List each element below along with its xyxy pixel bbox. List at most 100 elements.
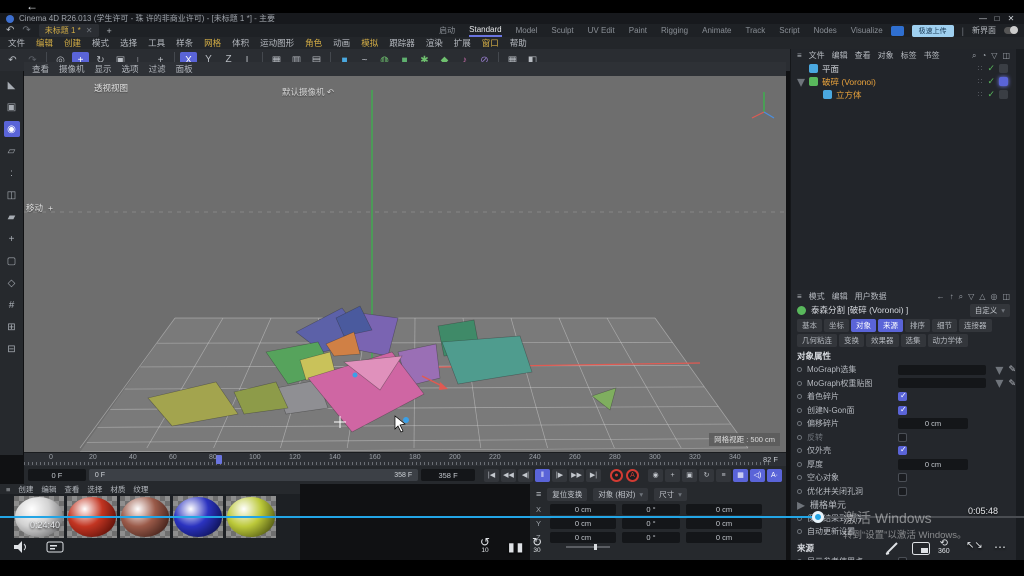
tab-变换[interactable]: 变换: [839, 334, 864, 347]
viewport-solo-icon[interactable]: ▢: [4, 253, 20, 269]
attr-nav-icon-3[interactable]: ▽: [968, 292, 974, 302]
goto-end-button[interactable]: ▶|: [586, 469, 601, 482]
document-tab[interactable]: 未标题 1 * ✕: [39, 24, 99, 37]
record-pla-button[interactable]: ▦: [733, 469, 748, 482]
enabled-check-icon[interactable]: ✓: [987, 89, 995, 100]
om-burger-icon[interactable]: ≡: [797, 51, 802, 60]
layout-paint[interactable]: Paint: [629, 26, 647, 35]
viewport-menu-面板[interactable]: 面板: [176, 63, 193, 75]
rewind-10-button[interactable]: ↺10: [480, 538, 490, 554]
reset-transform-button[interactable]: 复位变换: [547, 488, 587, 501]
back-icon[interactable]: ←: [26, 0, 38, 13]
texture-mode-icon[interactable]: ◉: [4, 121, 20, 137]
viewport-menu-摄像机[interactable]: 摄像机: [59, 63, 85, 75]
grid-a-icon[interactable]: #: [4, 297, 20, 313]
more-options-icon[interactable]: ⋯: [994, 540, 1006, 554]
menu-样条[interactable]: 样条: [176, 37, 193, 49]
enabled-check-icon[interactable]: ✓: [987, 63, 995, 74]
size-Y-field[interactable]: 0 cm: [686, 518, 762, 529]
note-pencil-icon[interactable]: [884, 540, 902, 561]
menu-网格[interactable]: 网格: [204, 37, 221, 49]
points-mode-icon[interactable]: :: [4, 165, 20, 181]
tab-选集[interactable]: 选集: [901, 334, 926, 347]
camera-label[interactable]: 默认摄像机 ↶: [282, 86, 334, 98]
undo-icon[interactable]: ↶: [4, 52, 21, 69]
tab-细节[interactable]: 细节: [932, 319, 957, 332]
material-menu-创建[interactable]: 创建: [18, 484, 33, 495]
autokey-mode-button[interactable]: A·: [767, 469, 782, 482]
attr-nav-icon-0[interactable]: ←: [937, 292, 945, 302]
viewport-menu-显示[interactable]: 显示: [95, 63, 112, 75]
size-Z-field[interactable]: 0 cm: [686, 532, 762, 543]
grid-c-icon[interactable]: ⊟: [4, 341, 20, 357]
menu-窗口[interactable]: 窗口: [482, 37, 499, 49]
attr-input[interactable]: [898, 365, 986, 375]
tab-对象[interactable]: 对象: [851, 319, 876, 332]
end-frame-field[interactable]: 358 F: [421, 469, 475, 481]
dropdown-arrow-icon[interactable]: ▾: [995, 373, 1003, 393]
attr-nav-icon-2[interactable]: ⌕: [959, 292, 963, 302]
menu-工具[interactable]: 工具: [148, 37, 165, 49]
next-frame-button[interactable]: |▶: [552, 469, 567, 482]
om-menu-编辑[interactable]: 编辑: [832, 50, 848, 61]
menu-渲染[interactable]: 渲染: [426, 37, 443, 49]
viewport-menu-选项[interactable]: 选项: [122, 63, 139, 75]
visibility-dots[interactable]: ::: [978, 91, 984, 98]
position-Z-field[interactable]: 0 cm: [550, 532, 616, 543]
om-icon-filter[interactable]: ▽: [991, 51, 997, 61]
layout-track[interactable]: Track: [746, 26, 766, 35]
maximize-button[interactable]: □: [990, 14, 1004, 23]
keyframe-selection-button[interactable]: ◉: [648, 469, 663, 482]
record-button[interactable]: ●: [610, 469, 623, 482]
rotation-Y-field[interactable]: 0 °: [622, 518, 680, 529]
tab-基本[interactable]: 基本: [797, 319, 822, 332]
layout-rigging[interactable]: Rigging: [661, 26, 688, 35]
forward-30-button[interactable]: ↻30: [532, 538, 542, 554]
record-rotation-button[interactable]: ↻: [699, 469, 714, 482]
attr-nav-icon-6[interactable]: ◫: [1002, 292, 1010, 302]
record-parameter-button[interactable]: ≡: [716, 469, 731, 482]
attr-value-field[interactable]: 0 cm: [898, 418, 968, 429]
tab-几何粘连[interactable]: 几何粘连: [797, 334, 837, 347]
layout-nodes[interactable]: Nodes: [814, 26, 837, 35]
attr-nav-icon-1[interactable]: ↑: [950, 292, 954, 302]
attr-nav-icon-4[interactable]: △: [979, 292, 985, 302]
redo-icon[interactable]: ↷: [22, 25, 30, 36]
om-icon-bell[interactable]: ◔: [981, 51, 986, 61]
om-icon-export[interactable]: ◫: [1002, 51, 1010, 61]
material-menu-编辑[interactable]: 编辑: [41, 484, 56, 495]
snap-icon[interactable]: ◇: [4, 275, 20, 291]
pencil-icon[interactable]: ✎: [1008, 378, 1016, 389]
tab-排序[interactable]: 排序: [905, 319, 930, 332]
upload-button[interactable]: 极速上传: [912, 25, 954, 37]
mute-button[interactable]: [12, 540, 28, 559]
edges-mode-icon[interactable]: ◫: [4, 187, 20, 203]
timeline-ruler[interactable]: 82 F 02040608010012014016018020022024026…: [24, 452, 786, 466]
menu-跟踪器[interactable]: 跟踪器: [389, 37, 415, 49]
make-editable-icon[interactable]: ◣: [4, 77, 20, 93]
model-mode-icon[interactable]: ▣: [4, 99, 20, 115]
layout-uv-edit[interactable]: UV Edit: [588, 26, 615, 35]
coords-size-dropdown[interactable]: 尺寸▾: [654, 488, 687, 501]
menu-角色[interactable]: 角色: [305, 37, 322, 49]
menu-体积[interactable]: 体积: [232, 37, 249, 49]
danmaku-button[interactable]: [46, 540, 64, 559]
autokey-button[interactable]: A: [626, 469, 639, 482]
layout-model[interactable]: Model: [516, 26, 538, 35]
visibility-dots[interactable]: ::: [978, 78, 984, 85]
object-tag-icon[interactable]: [999, 90, 1008, 99]
material-menu-材质[interactable]: 材质: [110, 484, 125, 495]
mini-player-icon[interactable]: [912, 542, 930, 560]
tab-动力学体[interactable]: 动力学体: [928, 334, 968, 347]
play-forwards-button[interactable]: ▶▶: [569, 469, 584, 482]
object-row-立方体[interactable]: 立方体::✓: [791, 88, 1016, 101]
sound-button[interactable]: ◁): [750, 469, 765, 482]
play-backwards-button[interactable]: ◀◀: [501, 469, 516, 482]
start-frame-field[interactable]: 0 F: [28, 469, 86, 481]
grid-b-icon[interactable]: ⊞: [4, 319, 20, 335]
layout-script[interactable]: Script: [779, 26, 799, 35]
attr-checkbox[interactable]: [898, 392, 907, 401]
layout-sculpt[interactable]: Sculpt: [551, 26, 573, 35]
attr-checkbox[interactable]: [898, 433, 907, 442]
attr-menu-用户数据[interactable]: 用户数据: [855, 291, 887, 302]
